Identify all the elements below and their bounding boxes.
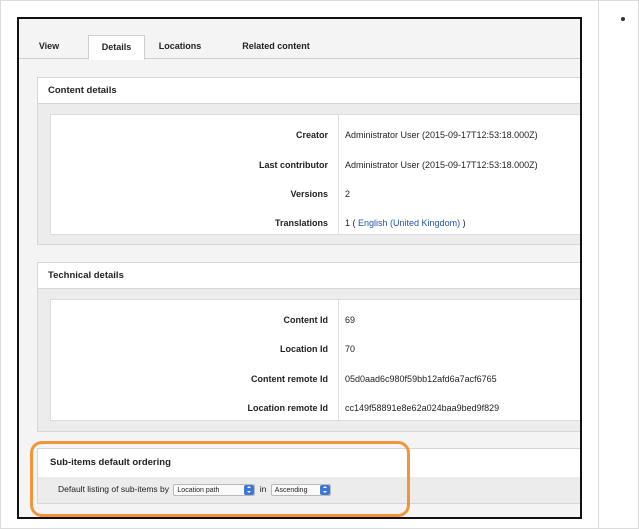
table-row: Creator Administrator User (2015-09-17T1… <box>51 128 580 142</box>
table-row: Versions 2 <box>51 187 580 201</box>
tab-related-content[interactable]: Related content <box>228 35 324 59</box>
bullet-dot <box>621 17 625 21</box>
sort-field-select[interactable]: Location path <box>173 483 256 496</box>
tab-view[interactable]: View <box>33 35 65 59</box>
content-details-panel: Content details Creator Administrator Us… <box>37 77 580 245</box>
table-row: Location remote Id cc149f58891e8e62a024b… <box>51 401 580 415</box>
tab-details[interactable]: Details <box>88 35 145 60</box>
select-arrows-icon <box>319 484 330 495</box>
sort-order-value: Ascending <box>274 486 308 494</box>
row-label: Location remote Id <box>247 403 328 413</box>
row-value: 70 <box>345 344 356 354</box>
table-row: Last contributor Administrator User (201… <box>51 158 580 172</box>
row-value: Administrator User (2015-09-17T12:53:18.… <box>345 160 538 170</box>
content-details-table: Creator Administrator User (2015-09-17T1… <box>50 114 580 235</box>
sort-field-value: Location path <box>177 486 220 494</box>
sub-items-ordering-heading: Sub-items default ordering <box>38 449 580 477</box>
row-value: 2 <box>345 189 351 199</box>
table-row: Content Id 69 <box>51 313 580 327</box>
translation-link[interactable]: English (United Kingdom) <box>358 218 460 228</box>
row-value: 69 <box>345 315 356 325</box>
table-row: Location Id 70 <box>51 342 580 356</box>
sub-items-joiner-label: in <box>259 484 267 494</box>
row-label: Translations <box>274 218 328 228</box>
sub-items-prefix-label: Default listing of sub-items by <box>58 484 170 494</box>
translations-suffix: ) <box>460 218 466 228</box>
technical-details-heading: Technical details <box>38 263 580 289</box>
column-divider <box>598 0 599 529</box>
sort-order-select[interactable]: Ascending <box>270 483 331 496</box>
sub-items-ordering-form: Default listing of sub-items by Location… <box>38 477 580 501</box>
table-row: Content remote Id 05d0aad6c980f59bb12afd… <box>51 372 580 386</box>
content-window: View Details Locations Related content C… <box>17 17 582 519</box>
table-row: Translations 1 ( English (United Kingdom… <box>51 216 580 230</box>
translations-count: 1 ( <box>345 218 359 228</box>
row-label: Last contributor <box>259 160 328 170</box>
technical-details-table: Content Id 69 Location Id 70 Content rem… <box>50 299 580 421</box>
row-value: Administrator User (2015-09-17T12:53:18.… <box>345 130 538 140</box>
content-details-heading: Content details <box>38 78 580 104</box>
tab-locations[interactable]: Locations <box>150 35 210 59</box>
row-label: Content Id <box>283 315 329 325</box>
row-label: Location Id <box>280 344 328 354</box>
select-arrows-icon <box>244 484 255 495</box>
row-label: Content remote Id <box>250 374 328 384</box>
technical-details-panel: Technical details Content Id 69 Location… <box>37 262 580 432</box>
row-value: 05d0aad6c980f59bb12afd6a7acf6765 <box>345 374 497 384</box>
row-label: Versions <box>290 189 328 199</box>
sub-items-ordering-panel: Sub-items default ordering Default listi… <box>37 448 580 504</box>
row-label: Creator <box>295 130 328 140</box>
row-value: cc149f58891e8e62a024baa9bed9f829 <box>345 403 500 413</box>
tab-bar: View Details Locations Related content <box>19 19 580 60</box>
row-value: 1 ( English (United Kingdom) ) <box>345 216 466 230</box>
